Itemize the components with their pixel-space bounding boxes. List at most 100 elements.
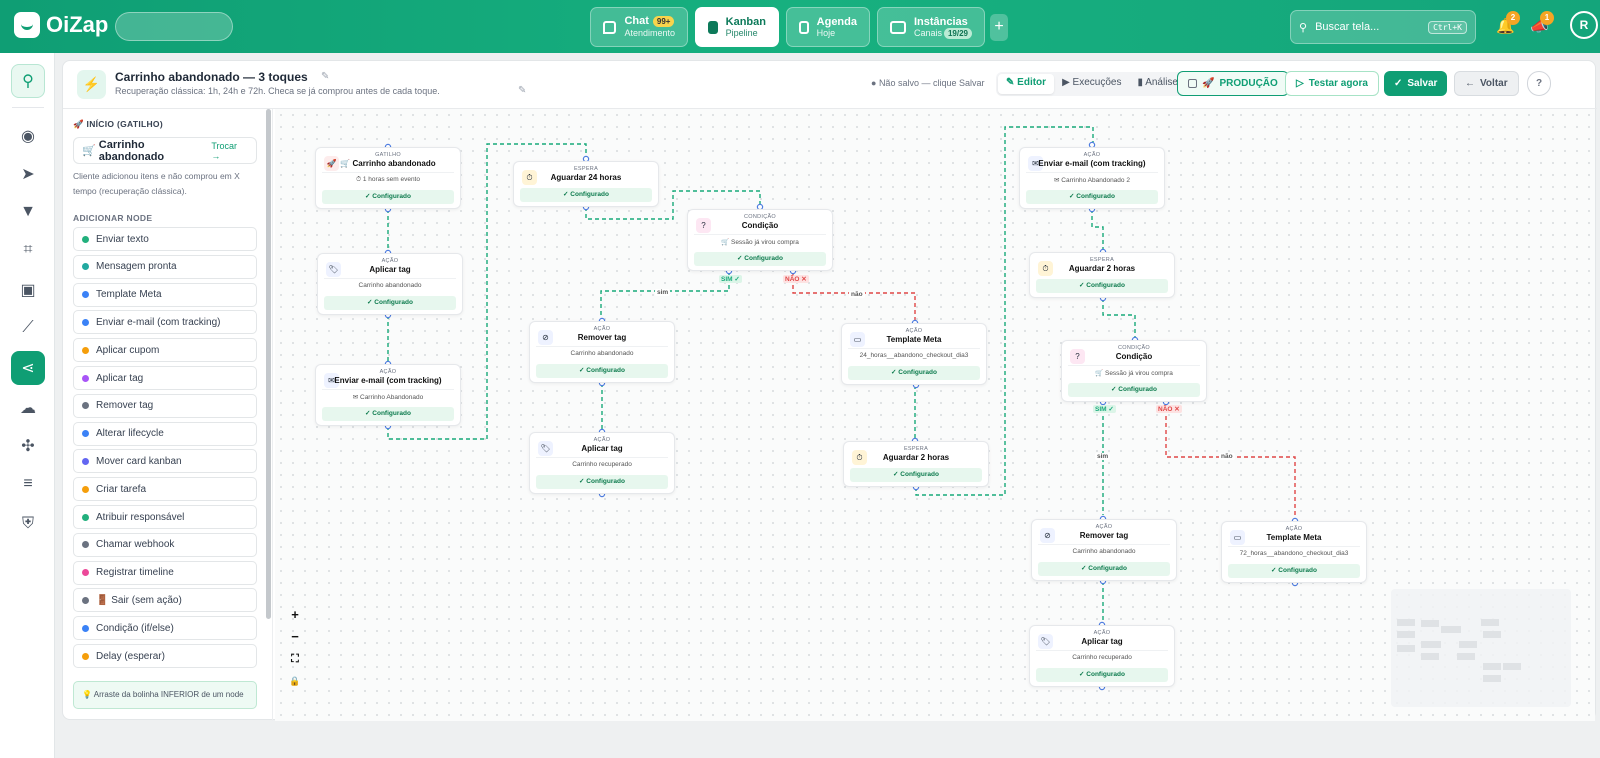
flow-canvas[interactable]: + − ⛶ 🔒 🚀 GATILHO 🛒 Carrinho abandonado ⏱ 1… bbox=[275, 109, 1595, 721]
add-node-item[interactable]: Registrar timeline bbox=[73, 560, 257, 585]
test-now-button[interactable]: ▷ Testar agora bbox=[1285, 71, 1379, 96]
calendar-icon bbox=[799, 20, 809, 34]
zoom-out-button[interactable]: − bbox=[285, 627, 305, 647]
flow-node[interactable]: 🏷 AÇÃO Aplicar tag Carrinho recuperado ✓ Con… bbox=[1029, 625, 1175, 687]
add-node-item[interactable]: Template Meta bbox=[73, 282, 257, 307]
edge-label: SIM ✓ bbox=[1093, 405, 1116, 413]
add-node-item[interactable]: Enviar texto bbox=[73, 227, 257, 251]
fit-view-button[interactable]: ⛶ bbox=[285, 649, 305, 669]
node-color-dot bbox=[82, 541, 89, 549]
brand-logo[interactable]: OiZap bbox=[14, 12, 108, 38]
flow-node[interactable]: ▭ AÇÃO Template Meta 24_horas__abandono_che… bbox=[841, 323, 987, 385]
flow-node[interactable]: ⊘ AÇÃO Remover tag Carrinho abandonado ✓ Con… bbox=[529, 321, 675, 383]
add-node-item[interactable]: Delay (esperar) bbox=[73, 644, 257, 668]
user-avatar[interactable]: R bbox=[1570, 11, 1598, 39]
add-node-item[interactable]: Atribuir responsável bbox=[73, 505, 257, 529]
cart-icon: 🛒 bbox=[82, 145, 99, 157]
rail-briefcase-icon[interactable]: ▣ bbox=[11, 273, 45, 307]
help-button[interactable]: ? bbox=[1527, 71, 1551, 96]
add-node-item[interactable]: Mover card kanban bbox=[73, 449, 257, 474]
add-node-item[interactable]: Condição (if/else) bbox=[73, 616, 257, 641]
minimap[interactable] bbox=[1391, 589, 1571, 707]
add-node-item[interactable]: Mensagem pronta bbox=[73, 254, 257, 279]
trigger-selector[interactable]: 🛒 Carrinho abandonado Trocar → bbox=[73, 137, 257, 164]
flow-node[interactable]: ▭ AÇÃO Template Meta 72_horas__abandono_che… bbox=[1221, 521, 1367, 583]
node-kind: ESPERA bbox=[1089, 257, 1115, 263]
flow-node[interactable]: 🏷 AÇÃO Aplicar tag Carrinho abandonado ✓ Con… bbox=[317, 253, 463, 315]
workspace-selector[interactable] bbox=[115, 12, 233, 41]
node-divider bbox=[848, 348, 980, 349]
flow-node[interactable]: 🏷 AÇÃO Aplicar tag Carrinho recuperado ✓ Con… bbox=[529, 432, 675, 494]
production-checkbox[interactable] bbox=[1188, 79, 1197, 88]
rail-share-icon[interactable]: ⋖ bbox=[11, 351, 45, 385]
rail-filter-icon[interactable]: ▼ bbox=[11, 195, 45, 229]
flow-node[interactable]: ⊘ AÇÃO Remover tag Carrinho abandonado ✓ Con… bbox=[1031, 519, 1177, 581]
tab-chat[interactable]: Chat 99+ Atendimento bbox=[590, 7, 688, 47]
mode-execucoes[interactable]: ▶ Execuções bbox=[1054, 74, 1129, 94]
add-node-item[interactable]: Alterar lifecycle bbox=[73, 421, 257, 446]
add-node-item[interactable]: 🚪 Sair (sem ação) bbox=[73, 588, 257, 613]
rail-network-icon[interactable]: ✣ bbox=[11, 429, 45, 463]
rail-scan-icon[interactable]: ⌗ bbox=[11, 233, 45, 267]
flow-edge[interactable] bbox=[1165, 402, 1296, 518]
rail-brain-icon[interactable]: ◉ bbox=[11, 119, 45, 153]
add-node-item[interactable]: Chamar webhook bbox=[73, 532, 257, 557]
tab-instancias[interactable]: Instâncias Canais 19/29 bbox=[877, 7, 985, 47]
rail-stack-icon[interactable]: ≡ bbox=[11, 467, 45, 501]
rail-send-icon[interactable]: ➤ bbox=[11, 157, 45, 191]
flow-subtitle[interactable]: Recuperação clássica: 1h, 24h e 72h. Che… bbox=[115, 86, 440, 96]
node-divider bbox=[1228, 546, 1360, 547]
add-node-item[interactable]: Remover tag bbox=[73, 393, 257, 418]
rail-analytics-icon[interactable]: ⟋ bbox=[11, 311, 45, 345]
flow-node[interactable]: ? CONDIÇÃO Condição 🛒 Sessão já virou compr… bbox=[1061, 340, 1207, 402]
node-subtitle: 🛒 Sessão já virou compra bbox=[721, 239, 799, 246]
tab-agenda[interactable]: Agenda Hoje bbox=[786, 7, 870, 47]
node-subtitle: ⏱ 1 horas sem evento bbox=[356, 176, 420, 183]
add-node-item[interactable]: Criar tarefa bbox=[73, 477, 257, 502]
search-shortcut: Ctrl+K bbox=[1428, 20, 1467, 34]
mode-editor[interactable]: ✎ Editor bbox=[998, 74, 1055, 94]
back-button[interactable]: ← Voltar bbox=[1454, 71, 1519, 96]
zoom-in-button[interactable]: + bbox=[285, 605, 305, 625]
flow-node[interactable]: ⏱ ESPERA Aguardar 24 horas ✓ Configurado bbox=[513, 161, 659, 207]
global-search[interactable]: ⚲ Buscar tela... Ctrl+K bbox=[1290, 10, 1476, 44]
flow-title[interactable]: Carrinho abandonado — 3 toques bbox=[115, 70, 308, 84]
node-title: Template Meta bbox=[886, 335, 942, 344]
tab-kanban[interactable]: Kanban Pipeline bbox=[695, 7, 779, 47]
lock-button[interactable]: 🔒 bbox=[285, 671, 305, 691]
flow-node[interactable]: ✉ AÇÃO Enviar e-mail (com tracking) ✉ Carri… bbox=[315, 364, 461, 426]
flow-node[interactable]: ⏱ ESPERA Aguardar 2 horas ✓ Configurado bbox=[843, 441, 989, 487]
node-color-dot bbox=[82, 652, 89, 660]
start-section-title: 🚀 INÍCIO (GATILHO) bbox=[73, 119, 163, 129]
edge-label: SIM ✓ bbox=[719, 275, 742, 283]
add-node-item[interactable]: Enviar e-mail (com tracking) bbox=[73, 310, 257, 335]
sidebar-scrollbar[interactable] bbox=[266, 109, 271, 619]
trigger-change-link[interactable]: Trocar → bbox=[211, 141, 248, 161]
node-divider bbox=[536, 346, 668, 347]
flow-edge[interactable] bbox=[1091, 209, 1104, 249]
flow-node[interactable]: ⏱ ESPERA Aguardar 2 horas ✓ Configurado bbox=[1029, 252, 1175, 298]
edit-subtitle-pencil-icon[interactable]: ✎ bbox=[518, 85, 526, 96]
rail-shield-icon[interactable]: ⛨ bbox=[11, 507, 45, 541]
node-kind: AÇÃO bbox=[381, 258, 399, 264]
node-color-dot bbox=[82, 374, 89, 382]
add-node-item[interactable]: Aplicar cupom bbox=[73, 338, 257, 363]
add-node-label: Remover tag bbox=[96, 400, 154, 412]
instances-count-badge: 19/29 bbox=[943, 27, 972, 39]
flow-node[interactable]: 🚀 GATILHO 🛒 Carrinho abandonado ⏱ 1 horas s… bbox=[315, 147, 461, 209]
rail-search-icon[interactable]: ⚲ bbox=[11, 64, 45, 98]
edge-label: sim bbox=[655, 289, 671, 296]
save-button[interactable]: ✓ Salvar bbox=[1384, 71, 1448, 96]
flow-edge[interactable] bbox=[1102, 298, 1136, 338]
production-toggle[interactable]: 🚀 PRODUÇÃO bbox=[1177, 71, 1289, 96]
node-divider bbox=[536, 457, 668, 458]
drag-hint: 💡 Arraste da bolinha INFERIOR de um node bbox=[73, 681, 257, 709]
edit-title-pencil-icon[interactable]: ✎ bbox=[321, 71, 329, 82]
add-node-item[interactable]: Aplicar tag bbox=[73, 366, 257, 390]
flow-node[interactable]: ✉ AÇÃO Enviar e-mail (com tracking) ✉ Carri… bbox=[1019, 147, 1165, 209]
add-tab-button[interactable]: + bbox=[990, 14, 1008, 41]
rail-cloud-icon[interactable]: ☁ bbox=[11, 391, 45, 425]
flow-node[interactable]: ? CONDIÇÃO Condição 🛒 Sessão já virou compr… bbox=[687, 209, 833, 271]
node-color-dot bbox=[82, 596, 89, 604]
flow-header: ⚡ Carrinho abandonado — 3 toques ✎ Recup… bbox=[63, 61, 1597, 109]
